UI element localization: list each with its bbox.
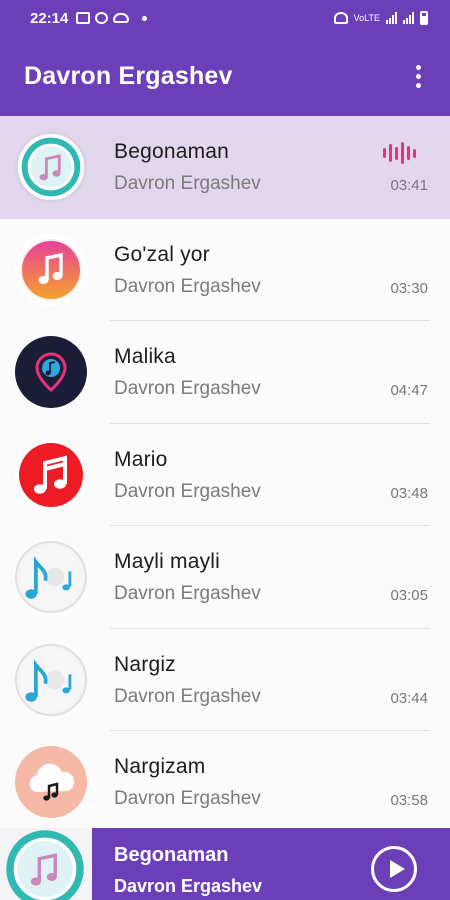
- song-item[interactable]: Mayli mayli Davron Ergashev 03:05: [0, 526, 450, 629]
- signal-2-icon: [403, 12, 414, 24]
- song-duration: 03:58: [390, 792, 428, 809]
- song-duration: 03:30: [390, 279, 428, 297]
- status-time: 22:14: [30, 9, 69, 27]
- song-item[interactable]: Go'zal yor Davron Ergashev 03:30: [0, 218, 450, 321]
- song-title: Nargizam: [114, 755, 206, 778]
- battery-icon: [420, 11, 428, 25]
- player-cover-music-note-icon: [4, 828, 86, 900]
- player-song-artist: Davron Ergashev: [114, 876, 263, 896]
- song-title: Mayli mayli: [114, 550, 221, 573]
- play-icon[interactable]: [371, 846, 417, 892]
- song-duration: 03:05: [390, 587, 428, 604]
- song-artist: Davron Ergashev: [114, 173, 261, 194]
- music-note-red-icon: [15, 438, 87, 511]
- song-duration: 03:44: [390, 689, 428, 707]
- sync-notification-icon: [95, 12, 109, 24]
- song-title: Malika: [114, 345, 176, 368]
- song-artist: Davron Ergashev: [114, 378, 261, 399]
- status-bar: 22:14 VoLTE: [0, 0, 450, 36]
- song-artist: Davron Ergashev: [114, 685, 261, 707]
- page-title: Davron Ergashev: [24, 61, 233, 90]
- music-note-orange-gradient-icon: [15, 233, 87, 306]
- song-duration: 04:47: [390, 382, 428, 399]
- song-item[interactable]: Begonaman Davron Ergashev 03:41: [0, 116, 450, 219]
- gallery-notification-icon: [76, 12, 91, 24]
- song-item[interactable]: Nargiz Davron Ergashev 03:44: [0, 628, 450, 731]
- song-artist: Davron Ergashev: [114, 480, 261, 502]
- song-artist: Davron Ergashev: [114, 275, 261, 297]
- app-bar: Davron Ergashev: [0, 36, 450, 116]
- song-title: Mario: [114, 447, 168, 471]
- song-artist: Davron Ergashev: [114, 788, 261, 809]
- volte-label: VoLTE: [353, 13, 380, 23]
- song-duration: 03:48: [390, 484, 428, 502]
- song-duration: 03:41: [390, 177, 428, 194]
- more-notifications-dot-icon: [142, 15, 148, 21]
- music-note-teal-circle-icon: [15, 131, 87, 203]
- player-song-title: Begonaman: [114, 844, 229, 866]
- song-title: Begonaman: [114, 140, 230, 163]
- music-notes-cyan-icon: [15, 643, 87, 716]
- cloud-notification-icon: [113, 13, 130, 23]
- song-title: Nargiz: [114, 652, 176, 676]
- cloud-music-note-icon: [15, 746, 87, 818]
- overflow-menu-icon[interactable]: [410, 64, 426, 88]
- song-item[interactable]: Mario Davron Ergashev 03:48: [0, 423, 450, 526]
- song-item[interactable]: Malika Davron Ergashev 04:47: [0, 321, 450, 424]
- now-playing-bar[interactable]: Begonaman Davron Ergashev: [0, 828, 450, 900]
- now-playing-equalizer-icon: [383, 142, 416, 164]
- song-artist: Davron Ergashev: [114, 583, 261, 604]
- song-item[interactable]: Nargizam Davron Ergashev 03:58: [0, 731, 450, 828]
- song-title: Go'zal yor: [114, 242, 210, 266]
- signal-icon: [386, 12, 397, 24]
- music-note-pin-dark-icon: [15, 336, 87, 408]
- music-notes-cyan-icon: [15, 541, 87, 613]
- song-list: Begonaman Davron Ergashev 03:41 Go'zal y…: [0, 116, 450, 828]
- hotspot-icon: [333, 12, 348, 24]
